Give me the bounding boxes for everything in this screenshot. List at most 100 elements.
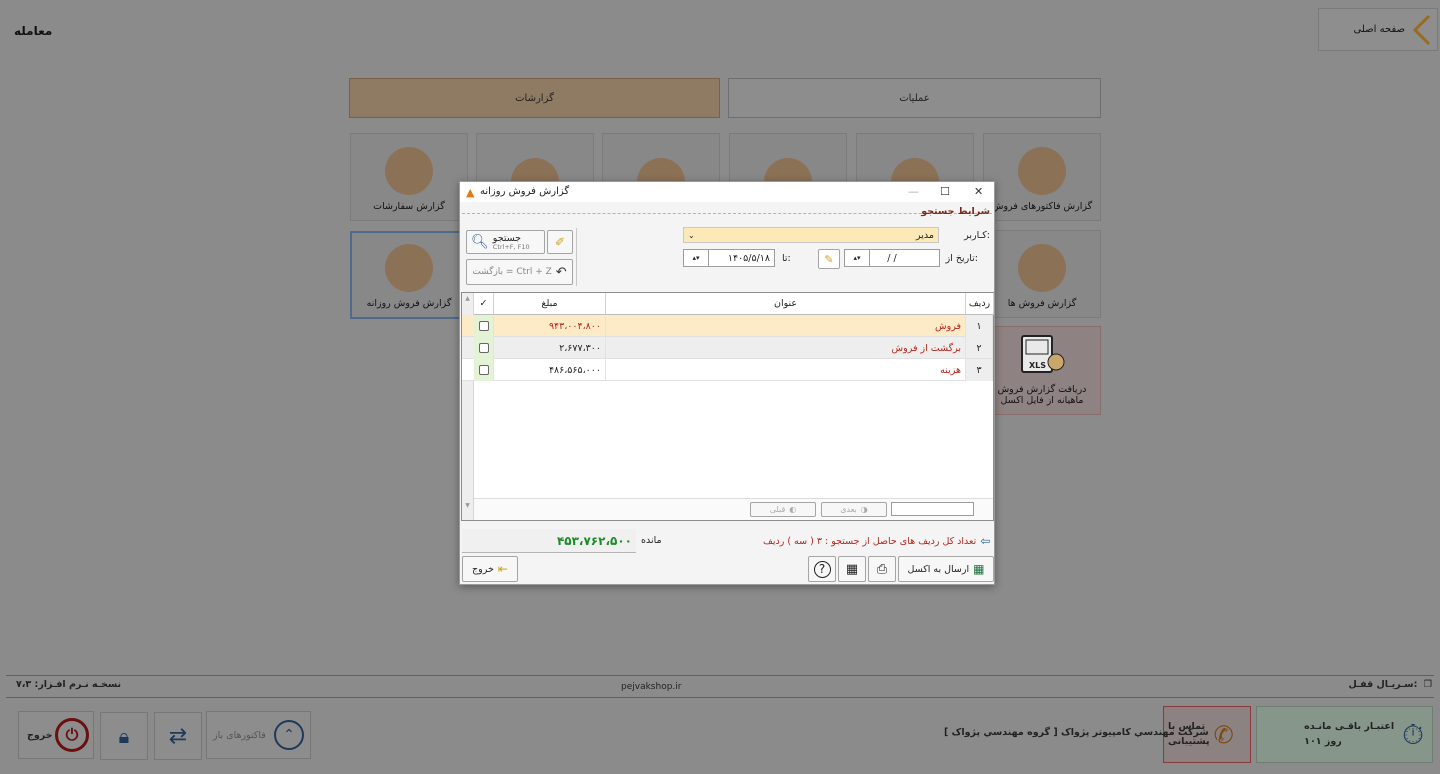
section-title: شرایط جستجو [921,206,990,217]
power-icon: ⏻ [55,718,89,752]
help-icon: ? [813,560,831,578]
excel-label: ارسال به اکسل [907,563,970,575]
open-invoices-button[interactable]: فاکتورهای باز ⌃ [206,711,311,759]
users-switch-icon: ⇄ [168,723,188,749]
help-button[interactable]: ? [808,556,836,582]
table-row[interactable]: ۲ برگشت از فروش ۲،۶۷۷،۳۰۰ [462,337,993,359]
app-exit-button[interactable]: خروج ⏻ [18,711,94,759]
page-title: معامله [14,24,53,38]
result-count: تعداد کل ردیف های حاصل از جستجو : ۳ ( سه… [763,534,990,548]
row-number: ۳ [966,359,993,381]
row-checkbox[interactable] [478,365,489,375]
credit-panel: اعتبـار باقـی مانـده ۱۰۱ روز ⏱ [1256,706,1433,763]
clipboard-icon [385,147,433,195]
row-checkbox[interactable] [478,321,489,331]
tile-label: گزارش سفارشات [373,201,445,212]
user-label: کـاربر: [964,230,990,241]
page-input[interactable] [891,502,974,516]
date-from-spinner[interactable]: ▴▾ [844,249,870,267]
scroll-down-icon[interactable]: ▼ [462,502,473,509]
search-button[interactable]: 🔍︎ جستجو Ctrl+F, F10 [466,230,545,254]
home-label: صفحه اصلی [1353,24,1405,35]
row-title: فروش [606,315,966,337]
phone-icon: ✆ [1213,720,1234,749]
col-rownum[interactable]: ردیف [966,293,994,315]
dialog-title: گزارش فروش روزانه [480,186,570,197]
send-to-excel-button[interactable]: ارسال به اکسل ▦ [898,556,994,582]
chevron-down-icon: ⌄ [688,230,695,240]
clear-date-button[interactable]: ✎ [818,249,840,269]
row-checkbox[interactable] [478,343,489,353]
prev-icon: ◐ [789,505,797,514]
remain-label: مانده [641,535,662,546]
date-to-spinner[interactable]: ▴▾ [683,249,709,267]
version-text: نسخـه نـرم افـزار: ۷،۳ [16,679,122,690]
tile-excel-import[interactable]: XLS دریافت گزارش فروش ماهیانه از فایل اک… [983,326,1101,415]
tile-label: گزارش فاکتورهای فروش [991,201,1093,212]
row-amount: ۹۴۳،۰۰۴،۸۰۰ [494,315,606,337]
user-select[interactable]: مدیر ⌄ [683,227,939,243]
section-divider [462,213,992,214]
minimize-icon[interactable]: — [908,185,919,198]
exit-button[interactable]: خروج ⇤ [462,556,518,582]
col-title[interactable]: عنوان [606,293,966,315]
maximize-icon[interactable]: ☐ [940,185,950,198]
exit-label: خروج [27,729,53,741]
cart-24-icon [385,244,433,292]
date-from-label: تاریخ از: [945,253,978,264]
table-row[interactable]: ۳ هزینه ۴۸۶،۵۶۵،۰۰۰ [462,359,993,381]
results-table: ▲ ▼ ردیف عنوان مبلغ ✓ ۱ فروش ۹۴۳،۰۰۴،۸۰۰… [461,292,994,521]
tab-operations[interactable]: عملیات [728,78,1101,118]
row-title: برگشت از فروش [606,337,966,359]
next-icon: ◑ [860,505,868,514]
tile-label: گزارش فروش ها [1007,298,1077,309]
serial-block: سـریـال قفـل: ❐ [1348,679,1432,690]
tile-label: دریافت گزارش فروش ماهیانه از فایل اکسل [997,384,1087,406]
copy-icon: ❐ [1423,679,1432,690]
tile-sales-report[interactable]: گزارش فروش ها [983,230,1101,318]
home-button[interactable]: صفحه اصلی [1318,8,1438,51]
divider [576,228,577,286]
calculator-button[interactable]: ▦ [838,556,866,582]
tile-label: گزارش فروش روزانه [366,298,452,309]
clear-filter-button[interactable]: ✐ [547,230,573,254]
xls-icon: XLS [1018,330,1066,378]
site-link[interactable]: pejvakshop.ir [621,682,681,692]
exit-label: خروج [472,563,494,575]
search-shortcut: Ctrl+F, F10 [492,242,530,251]
credit-value: ۱۰۱ روز [1304,735,1342,747]
tile-daily-sales-report[interactable]: گزارش فروش روزانه [350,231,468,319]
tile-orders-report[interactable]: گزارش سفارشات [350,133,468,221]
tab-reports[interactable]: گزارشات [349,78,720,118]
print-button[interactable]: ⎙ [868,556,896,582]
eraser-icon: ✎ [824,252,834,266]
col-check[interactable]: ✓ [474,293,494,315]
users-switch-button[interactable]: ⇄ [154,712,202,760]
remain-value: ۴۵۳،۷۶۲،۵۰۰ [462,529,636,553]
open-invoices-label: فاکتورهای باز [213,729,266,741]
prev-button[interactable]: قبلی ◐ [750,502,816,517]
prev-label: قبلی [769,505,786,514]
magnifier-icon: 🔍︎ [471,234,489,250]
row-amount: ۲،۶۷۷،۳۰۰ [494,337,606,359]
col-amount[interactable]: مبلغ [494,293,606,315]
tile-sales-invoices-report[interactable]: گزارش فاکتورهای فروش [983,133,1101,221]
row-title: هزینه [606,359,966,381]
date-from-value: / / [887,252,897,264]
next-button[interactable]: بعدی ◑ [821,502,887,517]
footer-divider [6,675,1434,676]
lock-icon: 🔒︎ [118,724,130,748]
scroll-up-icon[interactable]: ▲ [462,295,473,302]
footer-divider [6,697,1434,698]
dialog-titlebar: ▲ گزارش فروش روزانه — ☐ ✕ [460,182,994,202]
back-label: بازگشت = Ctrl + Z [472,267,552,277]
lock-button[interactable]: 🔒︎ [100,712,148,760]
serial-label: سـریـال قفـل: [1348,679,1418,690]
stopwatch-icon: ⏱ [1402,717,1424,751]
back-button[interactable]: بازگشت = Ctrl + Z ↶ [466,259,573,285]
table-row[interactable]: ۱ فروش ۹۴۳،۰۰۴،۸۰۰ [462,315,993,337]
close-icon[interactable]: ✕ [974,185,983,198]
chevron-up-icon: ⌃ [274,720,304,750]
svg-text:XLS: XLS [1029,361,1046,370]
credit-label: اعتبـار باقـی مانـده [1304,721,1395,733]
